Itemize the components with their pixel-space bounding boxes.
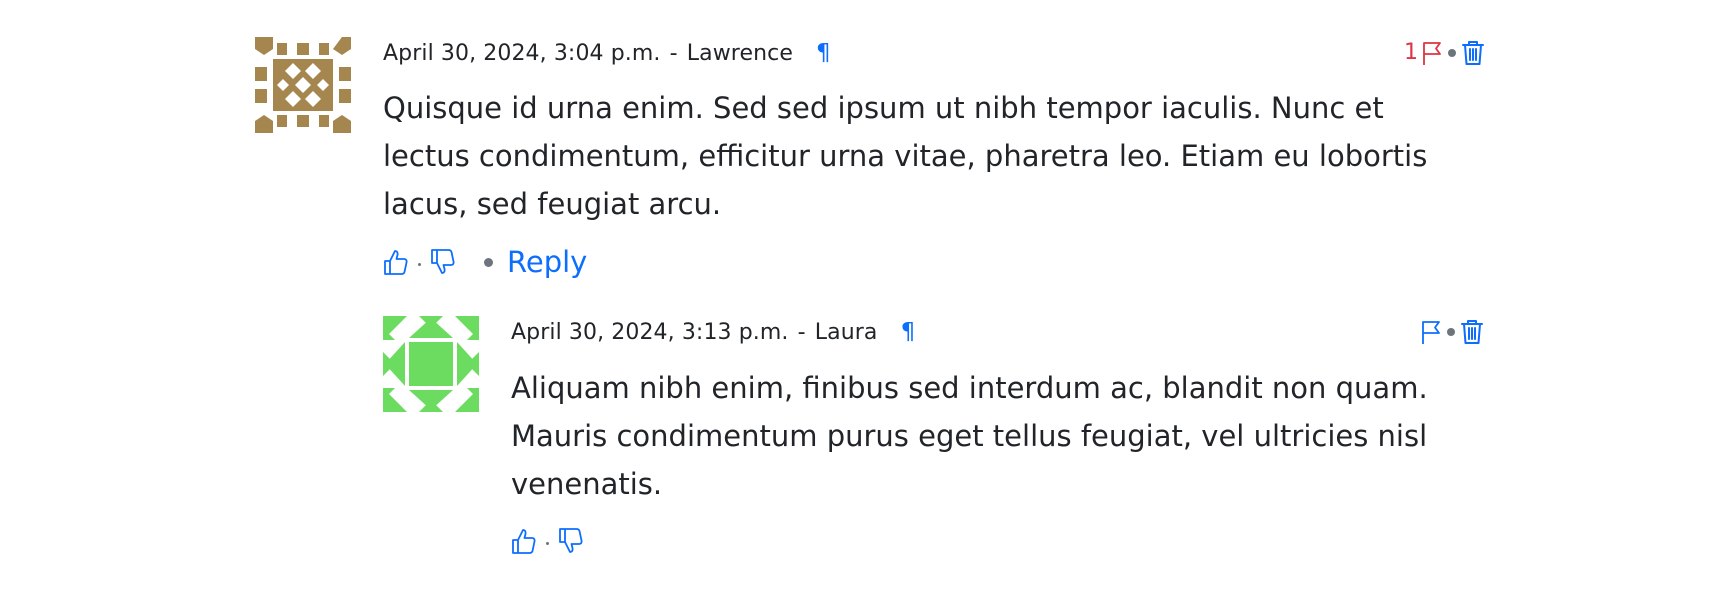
comment-date: April 30, 2024, 3:04 p.m. bbox=[383, 41, 661, 66]
dislike-button[interactable] bbox=[558, 527, 584, 555]
flag-button[interactable] bbox=[1421, 40, 1443, 66]
comment-author[interactable]: Lawrence bbox=[687, 41, 793, 66]
tools-separator bbox=[1447, 328, 1455, 336]
avatar bbox=[383, 316, 479, 412]
reply-button[interactable]: Reply bbox=[507, 245, 587, 279]
tools-separator bbox=[1448, 49, 1456, 57]
meta-separator: - bbox=[669, 41, 678, 66]
flag-count: 1 bbox=[1404, 40, 1418, 65]
permalink-icon[interactable]: ¶ bbox=[901, 319, 916, 345]
meta-separator: - bbox=[797, 320, 806, 345]
comment-meta: April 30, 2024, 3:13 p.m. - Laura ¶ bbox=[511, 317, 915, 348]
actions-separator bbox=[484, 257, 493, 267]
comment-text: Aliquam nibh enim, finibus sed interdum … bbox=[511, 371, 1428, 501]
like-button[interactable] bbox=[383, 248, 409, 276]
delete-button[interactable] bbox=[1460, 319, 1484, 345]
comment-date: April 30, 2024, 3:13 p.m. bbox=[511, 320, 789, 345]
thumbs-up-icon bbox=[512, 529, 536, 554]
thumbs-down-icon bbox=[559, 528, 583, 553]
comment-author[interactable]: Laura bbox=[815, 320, 878, 345]
trash-icon bbox=[1461, 320, 1483, 344]
like-button[interactable] bbox=[511, 527, 537, 555]
trash-icon bbox=[1462, 41, 1484, 65]
comment-tools: 1 bbox=[1404, 38, 1485, 68]
flag-icon bbox=[1422, 321, 1440, 344]
delete-button[interactable] bbox=[1461, 40, 1485, 66]
comment-text: Quisque id urna enim. Sed sed ipsum ut n… bbox=[383, 91, 1428, 221]
vote-separator bbox=[546, 541, 549, 545]
permalink-icon[interactable]: ¶ bbox=[816, 40, 831, 66]
comment-actions bbox=[511, 521, 584, 561]
comment-actions: Reply bbox=[383, 242, 587, 282]
dislike-button[interactable] bbox=[430, 248, 456, 276]
thumbs-up-icon bbox=[384, 250, 408, 275]
thumbs-down-icon bbox=[431, 249, 455, 274]
comment-tools bbox=[1420, 317, 1484, 347]
comment-meta: April 30, 2024, 3:04 p.m. - Lawrence ¶ bbox=[383, 38, 831, 69]
vote-separator bbox=[418, 262, 421, 266]
avatar bbox=[255, 37, 351, 133]
flag-button[interactable] bbox=[1420, 319, 1442, 345]
flag-icon bbox=[1423, 42, 1441, 65]
